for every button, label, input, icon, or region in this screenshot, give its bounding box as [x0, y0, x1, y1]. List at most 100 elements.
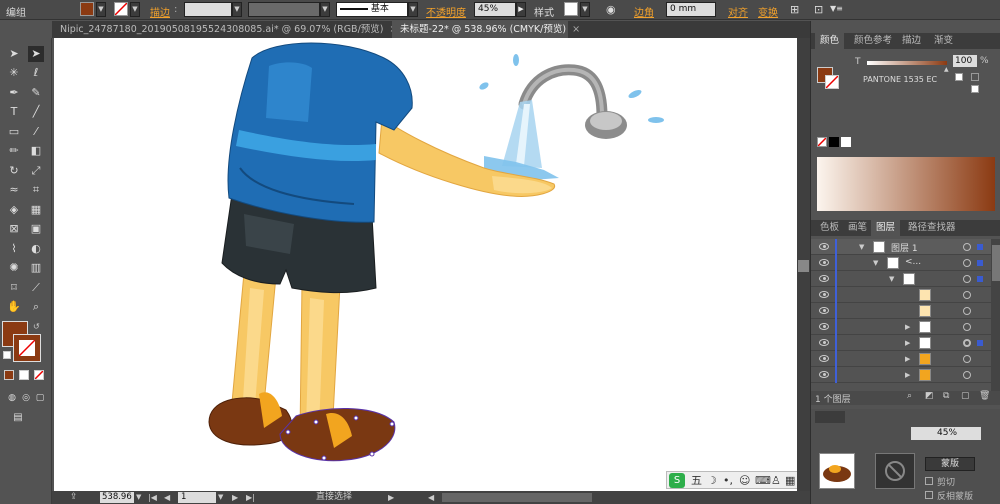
style-swatch[interactable] — [564, 2, 578, 16]
eraser-tool-icon[interactable]: ◧ — [28, 143, 44, 159]
layer-row[interactable]: ▶ — [811, 367, 991, 383]
locate-object-icon[interactable]: ⌕ — [907, 391, 912, 401]
warp-tool-icon[interactable]: ≈ — [6, 182, 22, 198]
page-field[interactable]: 1 — [178, 492, 216, 503]
mask-slot[interactable] — [875, 453, 915, 489]
small-grid-swatch[interactable] — [971, 73, 979, 81]
stroke-color-box[interactable] — [13, 334, 41, 362]
ime-moon-icon[interactable]: ☽ — [707, 472, 717, 490]
lasso-tool-icon[interactable]: ℓ — [28, 65, 44, 81]
status-menu-icon[interactable]: ▶ — [388, 491, 394, 504]
type-tool-icon[interactable]: T — [6, 104, 22, 120]
brush-profile-field[interactable]: 基本 — [336, 2, 408, 17]
layer-row[interactable]: ▼ — [811, 271, 991, 287]
none-swatch[interactable] — [817, 137, 827, 147]
target-icon[interactable] — [963, 291, 971, 299]
recolor-icon[interactable]: ◉ — [606, 3, 616, 16]
hand-tool-icon[interactable]: ✋ — [6, 299, 22, 315]
selection-tool-icon[interactable]: ➤ — [6, 46, 22, 62]
group-name[interactable]: <... — [905, 257, 921, 267]
target-icon[interactable] — [963, 323, 971, 331]
expand-icon[interactable]: ▶ — [905, 323, 910, 331]
expand-icon[interactable]: ▼ — [859, 243, 864, 251]
tab-pathfinder[interactable]: 路径查找器 — [903, 220, 961, 236]
layer-row[interactable]: ▶ — [811, 351, 991, 367]
expand-icon[interactable]: ▶ — [905, 355, 910, 363]
fill-dropdown[interactable]: ▼ — [96, 2, 106, 17]
perspective-grid-tool-icon[interactable]: ▦ — [28, 202, 44, 218]
tint-slider[interactable] — [867, 61, 947, 65]
new-layer-icon[interactable]: ▢ — [961, 391, 970, 401]
visibility-icon[interactable] — [819, 259, 829, 266]
transparency-tab[interactable] — [815, 411, 845, 423]
eyedropper-tool-icon[interactable]: ⌇ — [6, 241, 22, 257]
opacity-label[interactable]: 不透明度 — [426, 4, 466, 19]
visibility-icon[interactable] — [819, 371, 829, 378]
rotate-tool-icon[interactable]: ↻ — [6, 163, 22, 179]
rectangle-tool-icon[interactable]: ▭ — [6, 124, 22, 140]
expand-icon[interactable]: ▶ — [905, 339, 910, 347]
screen-mode-icon[interactable]: ▤ — [10, 410, 26, 426]
ime-grid-icon[interactable]: ▦ — [785, 472, 795, 490]
small-white-swatch[interactable] — [955, 73, 963, 81]
doc-tab-1[interactable]: Nipic_24787180_20190508195524308085.ai* … — [52, 21, 397, 38]
layer-row[interactable] — [811, 287, 991, 303]
visibility-icon[interactable] — [819, 275, 829, 282]
ime-punct-icon[interactable]: •, — [723, 472, 733, 490]
faucet[interactable] — [518, 64, 627, 139]
variable-width-dropdown[interactable]: ▼ — [320, 2, 330, 17]
magic-wand-tool-icon[interactable]: ✳ — [6, 65, 22, 81]
zoom-tool-icon[interactable]: ⌕ — [28, 299, 44, 315]
layers-scrollbar[interactable] — [991, 239, 1000, 391]
target-icon[interactable] — [963, 355, 971, 363]
ime-toolbar[interactable]: S 五 ☽ •, ☺ ⌨ ♙ ▦ — [666, 471, 797, 489]
layer-row[interactable]: ▶ — [811, 319, 991, 335]
column-graph-tool-icon[interactable]: ▥ — [28, 260, 44, 276]
vertical-scrollbar[interactable] — [797, 38, 810, 491]
shape-builder-tool-icon[interactable]: ◈ — [6, 202, 22, 218]
stroke-dropdown[interactable]: ▼ — [130, 2, 140, 17]
target-icon[interactable] — [963, 275, 971, 283]
opacity-arrow[interactable]: ▶ — [516, 2, 526, 17]
curvature-tool-icon[interactable]: ✎ — [28, 85, 44, 101]
tab-gradient[interactable]: 渐变 — [929, 33, 958, 49]
target-icon[interactable] — [963, 259, 971, 267]
pen-tool-icon[interactable]: ✒ — [6, 85, 22, 101]
canvas-area[interactable]: S 五 ☽ •, ☺ ⌨ ♙ ▦ — [52, 38, 797, 491]
export-icon[interactable]: ⇪ — [70, 491, 78, 504]
last-page-icon[interactable]: ▶| — [246, 491, 255, 504]
slider-handle[interactable]: ▲ — [944, 66, 949, 73]
direct-selection-tool-icon[interactable]: ➤ — [28, 46, 44, 62]
layer-name[interactable]: 图层 1 — [891, 241, 918, 254]
gradient-tool-icon[interactable]: ▣ — [28, 221, 44, 237]
stroke-swatch[interactable] — [114, 2, 128, 16]
draw-inside-icon[interactable]: ▢ — [32, 390, 48, 406]
zoom-field[interactable]: 538.96 — [100, 492, 134, 503]
black-swatch[interactable] — [829, 137, 839, 147]
layer-row[interactable] — [811, 303, 991, 319]
stroke-weight-dropdown[interactable]: ▼ — [232, 2, 242, 17]
transform-label[interactable]: 变换 — [758, 4, 778, 19]
artboard-tool-icon[interactable]: ⌑ — [6, 280, 22, 296]
align-label[interactable]: 对齐 — [728, 4, 748, 19]
slice-tool-icon[interactable]: ⟋ — [28, 280, 44, 296]
bounds-icon[interactable]: ⊡ — [814, 3, 823, 16]
make-mask-button[interactable]: 蒙版 — [925, 457, 975, 471]
paintbrush-tool-icon[interactable]: ⁄ — [28, 124, 44, 140]
gradient-mode-icon[interactable] — [19, 370, 29, 380]
clipping-mask-icon[interactable]: ◩ — [925, 391, 934, 401]
default-colors-icon[interactable] — [3, 351, 11, 359]
mesh-tool-icon[interactable]: ⊠ — [6, 221, 22, 237]
delete-layer-icon[interactable]: 🗑 — [979, 391, 990, 401]
close-icon[interactable]: × — [572, 24, 580, 35]
panel-stroke-swatch[interactable] — [825, 75, 839, 89]
layer-row[interactable]: ▶ — [811, 335, 991, 351]
horizontal-scrollbar[interactable] — [442, 493, 592, 502]
expand-icon[interactable]: ▼ — [873, 259, 878, 267]
visibility-icon[interactable] — [819, 323, 829, 330]
line-tool-icon[interactable]: ╱ — [28, 104, 44, 120]
stroke-weight-field[interactable] — [184, 2, 232, 17]
next-page-icon[interactable]: ▶ — [232, 491, 238, 504]
expand-icon[interactable]: ▶ — [905, 371, 910, 379]
scroll-thumb[interactable] — [798, 260, 809, 272]
